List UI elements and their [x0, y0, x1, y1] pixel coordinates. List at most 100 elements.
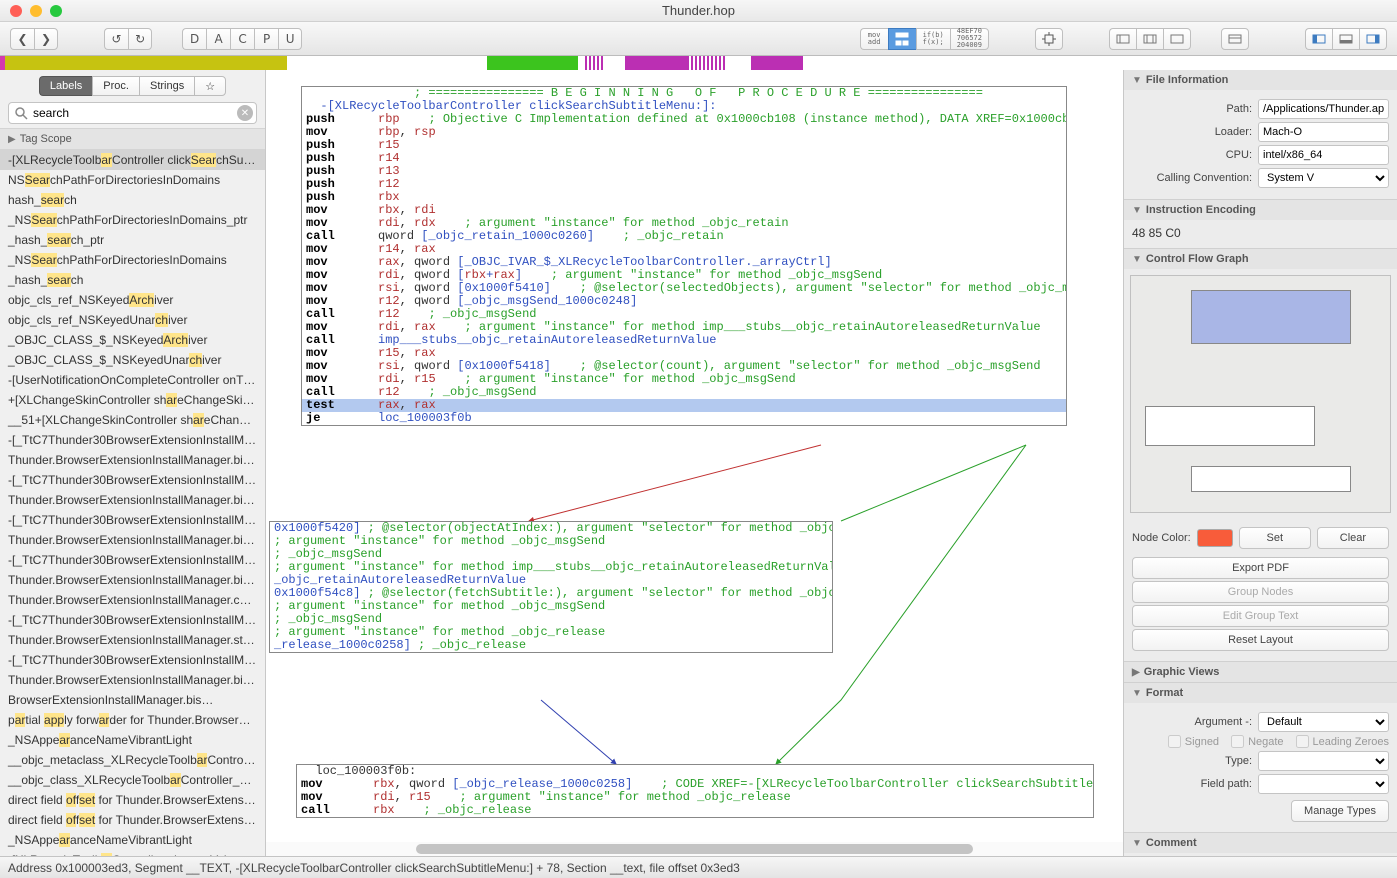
undo-button[interactable]: ↺ — [104, 28, 128, 50]
mode-P-button[interactable]: P — [254, 28, 278, 50]
left-panel-toggle[interactable] — [1305, 28, 1332, 50]
label-row[interactable]: _NSSearchPathForDirectoriesInDomains — [0, 250, 265, 270]
cfg-node-3[interactable]: loc_100003f0b:mov rbx, qword [_objc_rele… — [296, 764, 1094, 818]
left-tab-2[interactable]: Strings — [139, 76, 194, 96]
label-row[interactable]: objc_cls_ref_NSKeyedArchiver — [0, 290, 265, 310]
label-row[interactable]: BrowserExtensionInstallManager.bis… — [0, 690, 265, 710]
left-tab-0[interactable]: Labels — [39, 76, 92, 96]
graphic-views-header[interactable]: ▶Graphic Views — [1124, 662, 1397, 682]
left-tab-3[interactable]: ☆ — [194, 76, 226, 96]
type-select[interactable] — [1258, 751, 1389, 771]
nav-back-button[interactable]: ❮ — [10, 28, 34, 50]
nav-forward-button[interactable]: ❯ — [34, 28, 58, 50]
bottom-panel-toggle[interactable] — [1332, 28, 1359, 50]
redo-button[interactable]: ↻ — [128, 28, 152, 50]
instruction-encoding-header[interactable]: ▼Instruction Encoding — [1124, 200, 1397, 220]
layout-2-button[interactable] — [1136, 28, 1163, 50]
label-row[interactable]: -[_TtC7Thunder30BrowserExtensionInstallM… — [0, 650, 265, 670]
label-row[interactable]: direct field offset for Thunder.BrowserE… — [0, 790, 265, 810]
set-color-button[interactable]: Set — [1239, 527, 1311, 549]
view-pseudo-button[interactable]: if(b)f(x); — [916, 28, 950, 50]
loader-field[interactable] — [1258, 122, 1389, 142]
right-panel-toggle[interactable] — [1359, 28, 1387, 50]
search-input[interactable] — [8, 102, 257, 124]
label-row[interactable]: -[_TtC7Thunder30BrowserExtensionInstallM… — [0, 510, 265, 530]
cfg-header[interactable]: ▼Control Flow Graph — [1124, 249, 1397, 269]
label-row[interactable]: Thunder.BrowserExtensionInstallManager.c… — [0, 590, 265, 610]
label-row[interactable]: hash_search — [0, 190, 265, 210]
clear-color-button[interactable]: Clear — [1317, 527, 1389, 549]
label-row[interactable]: Thunder.BrowserExtensionInstallManager.s… — [0, 630, 265, 650]
label-row[interactable]: NSSearchPathForDirectoriesInDomains — [0, 170, 265, 190]
navigation-map[interactable] — [0, 56, 1397, 70]
negate-checkbox[interactable]: Negate — [1231, 735, 1283, 748]
mode-U-button[interactable]: U — [278, 28, 302, 50]
left-panel: LabelsProc.Strings☆ ✕ ▶Tag Scope -[XLRec… — [0, 70, 266, 856]
label-row[interactable]: -[_TtC7Thunder30BrowserExtensionInstallM… — [0, 430, 265, 450]
cfg-node-2[interactable]: 0x1000f5420] ; @selector(objectAtIndex:)… — [269, 521, 833, 653]
label-row[interactable]: -[_TtC7Thunder30BrowserExtensionInstallM… — [0, 610, 265, 630]
tag-scope-header[interactable]: ▶Tag Scope — [0, 128, 265, 150]
label-row[interactable]: _NSAppearanceNameVibrantLight — [0, 730, 265, 750]
label-row[interactable]: -[XLRecycleToolbarController clickSearch… — [0, 150, 265, 170]
cfg-minimap[interactable] — [1130, 275, 1391, 513]
layout-3-button[interactable] — [1163, 28, 1191, 50]
signed-checkbox[interactable]: Signed — [1168, 735, 1219, 748]
cfg-node-1[interactable]: ; ================ B E G I N N I N G O F… — [301, 86, 1067, 426]
node-color-swatch[interactable] — [1197, 529, 1233, 547]
layout-4-button[interactable] — [1221, 28, 1249, 50]
label-row[interactable]: _NSAppearanceNameVibrantLight — [0, 830, 265, 850]
label-row[interactable]: Thunder.BrowserExtensionInstallManager.b… — [0, 670, 265, 690]
label-row[interactable]: +[XLChangeSkinController shareChangeSkin… — [0, 390, 265, 410]
comment-header[interactable]: ▼Comment — [1124, 833, 1397, 853]
export-pdf-button[interactable]: Export PDF — [1132, 557, 1389, 579]
label-row[interactable]: __objc_metaclass_XLRecycleToolbarControl… — [0, 750, 265, 770]
left-tab-1[interactable]: Proc. — [92, 76, 139, 96]
label-row[interactable]: _OBJC_CLASS_$_NSKeyedArchiver — [0, 330, 265, 350]
fieldpath-select[interactable] — [1258, 774, 1389, 794]
view-hex-button[interactable]: 48EF70706572204009 — [950, 28, 989, 50]
argument-select[interactable]: Default — [1258, 712, 1389, 732]
manage-types-button[interactable]: Manage Types — [1291, 800, 1389, 822]
center-panel[interactable]: ; ================ B E G I N N I N G O F… — [266, 70, 1123, 856]
label-row[interactable]: objc_cls_ref_NSKeyedUnarchiver — [0, 310, 265, 330]
path-field[interactable] — [1258, 99, 1389, 119]
h-scrollbar[interactable] — [266, 842, 1123, 856]
view-assembly-button[interactable]: movadd — [860, 28, 888, 50]
instruction-encoding-value: 48 85 C0 — [1132, 226, 1181, 240]
left-tabs: LabelsProc.Strings☆ — [0, 70, 265, 100]
label-row[interactable]: _hash_search_ptr — [0, 230, 265, 250]
reset-layout-button[interactable]: Reset Layout — [1132, 629, 1389, 651]
mode-C-button[interactable]: C — [230, 28, 254, 50]
clear-search-icon[interactable]: ✕ — [237, 105, 253, 121]
mode-A-button[interactable]: A — [206, 28, 230, 50]
label-row[interactable]: _NSSearchPathForDirectoriesInDomains_ptr — [0, 210, 265, 230]
label-row[interactable]: partial apply forwarder for Thunder.Brow… — [0, 710, 265, 730]
label-row[interactable]: __objc_class_XLRecycleToolbarController_… — [0, 770, 265, 790]
label-row[interactable]: Thunder.BrowserExtensionInstallManager.b… — [0, 450, 265, 470]
view-cfg-button[interactable] — [888, 28, 916, 50]
label-row[interactable]: -[_TtC7Thunder30BrowserExtensionInstallM… — [0, 470, 265, 490]
label-row[interactable]: Thunder.BrowserExtensionInstallManager.b… — [0, 570, 265, 590]
leading-zeroes-checkbox[interactable]: Leading Zeroes — [1296, 735, 1389, 748]
mode-D-button[interactable]: D — [182, 28, 206, 50]
file-info-header[interactable]: ▼File Information — [1124, 70, 1397, 90]
format-header[interactable]: ▼Format — [1124, 683, 1397, 703]
cpu-field[interactable] — [1258, 145, 1389, 165]
search-icon — [14, 106, 28, 123]
label-row[interactable]: -[XLRecycleToolbarController observeValu… — [0, 850, 265, 856]
label-row[interactable]: _hash_search — [0, 270, 265, 290]
label-row[interactable]: Thunder.BrowserExtensionInstallManager.b… — [0, 530, 265, 550]
edit-group-text-button[interactable]: Edit Group Text — [1132, 605, 1389, 627]
label-row[interactable]: -[_TtC7Thunder30BrowserExtensionInstallM… — [0, 550, 265, 570]
label-row[interactable]: -[UserNotificationOnCompleteController o… — [0, 370, 265, 390]
label-row[interactable]: _OBJC_CLASS_$_NSKeyedUnarchiver — [0, 350, 265, 370]
group-nodes-button[interactable]: Group Nodes — [1132, 581, 1389, 603]
label-row[interactable]: __51+[XLChangeSkinController shareChang… — [0, 410, 265, 430]
layout-1-button[interactable] — [1109, 28, 1136, 50]
label-list: -[XLRecycleToolbarController clickSearch… — [0, 150, 265, 856]
label-row[interactable]: Thunder.BrowserExtensionInstallManager.b… — [0, 490, 265, 510]
label-row[interactable]: direct field offset for Thunder.BrowserE… — [0, 810, 265, 830]
calling-convention-select[interactable]: System V — [1258, 168, 1389, 188]
debugger-button[interactable] — [1035, 28, 1063, 50]
